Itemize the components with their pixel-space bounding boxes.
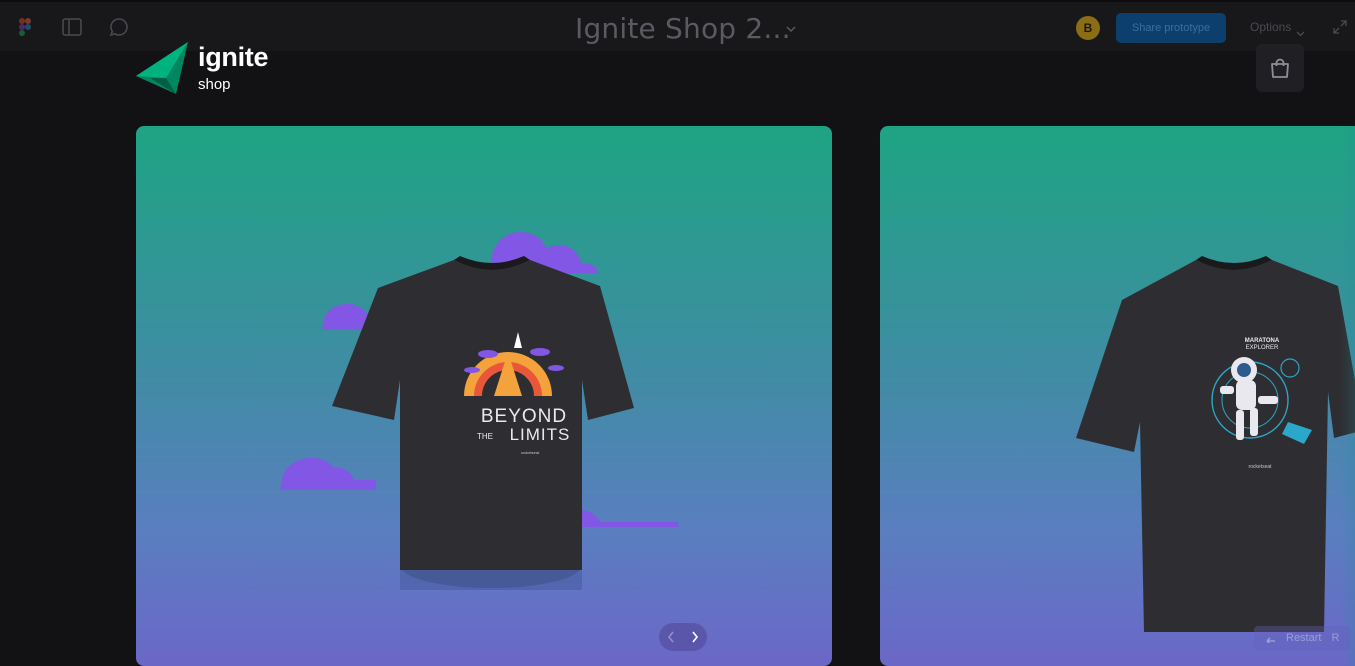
- product-card[interactable]: MARATONA EXPLORER rocketseat: [880, 126, 1355, 666]
- chevron-down-icon[interactable]: [1296, 24, 1305, 42]
- chevron-down-icon[interactable]: [786, 20, 796, 38]
- tshirt-image: BEYOND THE LIMITS rocketseat: [280, 232, 678, 590]
- ignite-shop-logo[interactable]: ignite shop: [136, 42, 276, 96]
- cart-button[interactable]: [1256, 44, 1304, 92]
- share-prototype-button[interactable]: Share prototype: [1116, 13, 1226, 43]
- restart-arrow-icon: [1264, 633, 1276, 643]
- product-card[interactable]: BEYOND THE LIMITS rocketseat: [136, 126, 832, 666]
- shirt-print-top: BEYOND: [481, 406, 567, 427]
- avatar[interactable]: B: [1076, 16, 1100, 40]
- restart-button[interactable]: Restart R: [1254, 626, 1350, 650]
- shirt-print-bottom: LIMITS: [510, 425, 571, 444]
- card-edge-fade: [1340, 126, 1355, 666]
- logo-word: ignite: [198, 42, 269, 72]
- shirt-print-the: THE: [477, 432, 493, 441]
- figma-logo-icon[interactable]: [14, 16, 36, 38]
- carousel-controls: [659, 623, 707, 651]
- restart-label: Restart: [1286, 632, 1322, 644]
- tshirt-image: MARATONA EXPLORER rocketseat: [1076, 256, 1355, 632]
- expand-icon[interactable]: [1333, 20, 1347, 39]
- sidebar-panel-icon[interactable]: [61, 16, 83, 38]
- comment-icon[interactable]: [108, 16, 130, 38]
- shopping-bag-icon: [1271, 58, 1289, 78]
- shirt-print-bottom: EXPLORER: [1246, 345, 1279, 351]
- chevron-right-icon[interactable]: [688, 630, 702, 644]
- shirt-print-top: MARATONA: [1245, 338, 1280, 344]
- shirt-brand: rocketseat: [521, 450, 540, 455]
- ignite-triangle-logo: [136, 42, 188, 94]
- shirt-brand: rocketseat: [1248, 464, 1272, 470]
- chevron-left-icon[interactable]: [664, 630, 678, 644]
- file-title[interactable]: Ignite Shop 2...: [575, 12, 791, 45]
- options-menu[interactable]: Options: [1250, 20, 1291, 34]
- logo-subtitle: shop: [198, 76, 231, 93]
- restart-shortcut-key: R: [1331, 632, 1340, 644]
